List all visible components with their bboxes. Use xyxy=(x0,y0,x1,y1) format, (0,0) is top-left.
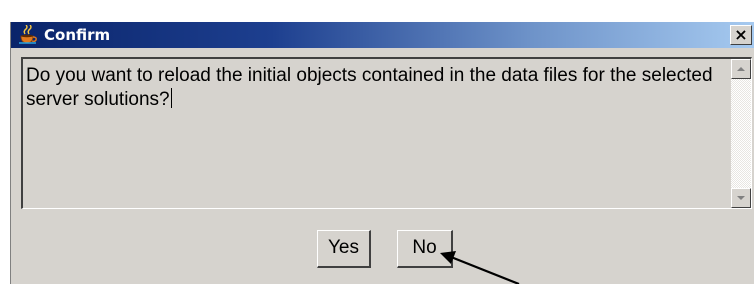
scroll-down-arrow-icon xyxy=(737,196,745,200)
title-bar[interactable]: Confirm × xyxy=(11,22,754,48)
dialog-title: Confirm xyxy=(44,26,111,44)
close-icon: × xyxy=(734,25,748,44)
text-caret xyxy=(170,88,172,108)
confirm-dialog: Confirm × Do you want to reload the init… xyxy=(10,22,754,284)
scroll-up-arrow-icon xyxy=(737,67,745,71)
message-textarea[interactable]: Do you want to reload the initial object… xyxy=(21,57,752,209)
close-button[interactable]: × xyxy=(730,25,752,45)
scroll-up-button[interactable] xyxy=(731,59,751,79)
vertical-scrollbar[interactable] xyxy=(731,59,751,208)
message-content: Do you want to reload the initial object… xyxy=(26,65,713,110)
java-cup-icon xyxy=(19,25,37,44)
no-button[interactable]: No xyxy=(397,230,453,268)
yes-button[interactable]: Yes xyxy=(317,230,371,268)
message-text: Do you want to reload the initial object… xyxy=(26,64,716,112)
scroll-down-button[interactable] xyxy=(731,188,751,208)
